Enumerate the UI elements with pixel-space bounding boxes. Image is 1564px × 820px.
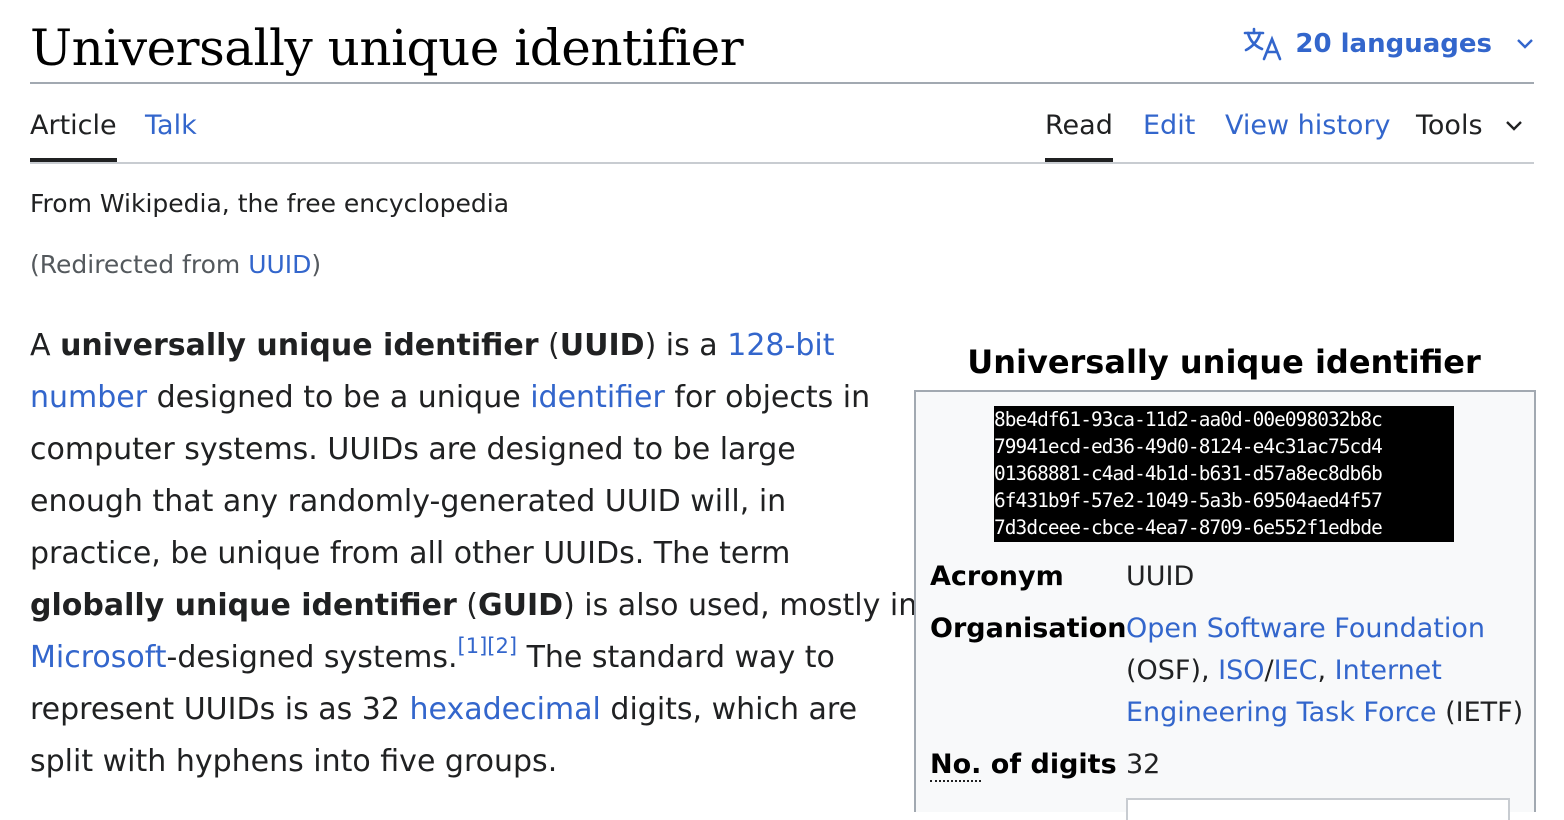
lead-line: computer systems. UUIDs are designed to …	[30, 432, 796, 467]
redirect-text: (Redirected from	[30, 250, 249, 279]
lead-line: A universally unique identifier (UUID) i…	[30, 320, 910, 372]
lead-line: split with hyphens into five groups.	[30, 744, 558, 779]
text: The standard way to	[517, 640, 835, 675]
languages-label: 20 languages	[1295, 29, 1492, 59]
text: (IETF)	[1436, 697, 1524, 728]
text: ,	[1317, 655, 1335, 686]
tools-label: Tools	[1416, 110, 1483, 141]
infobox-next-cell	[1126, 798, 1510, 820]
text: represent UUIDs is as 32	[30, 692, 410, 727]
lead-line: globally unique identifier (GUID) is als…	[30, 580, 917, 632]
text: digits, which are	[600, 692, 858, 727]
uuid-line: 01368881-c4ad-4b1d-b631-d57a8ec8db6b	[994, 462, 1383, 485]
link-128-bit[interactable]: 128-bit	[727, 328, 834, 363]
lead-line: number designed to be a unique identifie…	[30, 372, 910, 424]
reference-1[interactable]: [1]	[458, 634, 488, 658]
tab-tools[interactable]: Tools	[1416, 106, 1523, 146]
chevron-down-icon	[1516, 38, 1534, 50]
text: designed to be a unique	[147, 380, 531, 415]
bold-term-uuid: universally unique identifier	[60, 328, 539, 363]
text: of digits	[981, 749, 1117, 780]
infobox-value: UUID	[1126, 561, 1195, 592]
infobox-label: No. of digits	[930, 744, 1117, 786]
text: ) is also used, mostly in	[563, 588, 918, 623]
lead-line: Microsoft-designed systems.[1][2] The st…	[30, 632, 910, 684]
page-title: Universally unique identifier	[30, 19, 744, 77]
link-ietf[interactable]: Internet	[1335, 655, 1442, 686]
text: (	[456, 588, 478, 623]
text: (OSF),	[1126, 655, 1219, 686]
page-tabs: Article Talk Read Edit View history Tool…	[30, 84, 1534, 164]
text: ) is a	[644, 328, 728, 363]
value-line: Engineering Task Force (IETF)	[1126, 692, 1526, 734]
lead-paragraph: A universally unique identifier (UUID) i…	[30, 320, 917, 788]
text: A	[30, 328, 61, 363]
link-open-software-foundation[interactable]: Open Software Foundation	[1126, 613, 1485, 644]
lead-line: enough that any randomly-generated UUID …	[30, 484, 787, 519]
redirect-notice: (Redirected from UUID)	[30, 246, 321, 284]
tab-talk[interactable]: Talk	[145, 106, 197, 146]
infobox: 8be4df61-93ca-11d2-aa0d-00e098032b8c 799…	[914, 390, 1536, 820]
uuid-line: 7d3dceee-cbce-4ea7-8709-6e552f1edbde	[994, 516, 1383, 539]
uuid-example-image[interactable]: 8be4df61-93ca-11d2-aa0d-00e098032b8c 799…	[994, 406, 1454, 542]
infobox-value: 32	[1126, 749, 1161, 780]
text: (	[538, 328, 560, 363]
chevron-down-icon	[1505, 120, 1523, 132]
tab-read[interactable]: Read	[1045, 106, 1113, 162]
value-line: Open Software Foundation	[1126, 608, 1526, 650]
redirect-text-close: )	[311, 250, 322, 279]
link-identifier[interactable]: identifier	[530, 380, 665, 415]
infobox-label: Acronym	[930, 561, 1064, 592]
redirect-link-uuid[interactable]: UUID	[248, 250, 311, 279]
uuid-line: 79941ecd-ed36-49d0-8124-e4c31ac75cd4	[994, 435, 1383, 458]
translate-icon	[1243, 27, 1283, 61]
reference-2[interactable]: [2]	[487, 634, 517, 658]
infobox-label: Organisation	[930, 613, 1127, 644]
bold-acronym-uuid: UUID	[559, 328, 645, 363]
text: for objects in	[664, 380, 871, 415]
article-page: Universally unique identifier 20 languag…	[30, 0, 1536, 820]
link-number[interactable]: number	[30, 380, 147, 415]
value-line: (OSF), ISO/IEC, Internet	[1126, 650, 1526, 692]
uuid-line: 8be4df61-93ca-11d2-aa0d-00e098032b8c	[994, 408, 1383, 431]
infobox-caption: Universally unique identifier	[967, 343, 1481, 381]
tab-view-history[interactable]: View history	[1225, 106, 1391, 146]
abbr-number[interactable]: No.	[930, 749, 982, 782]
bold-term-guid: globally unique identifier	[30, 588, 457, 623]
tab-edit[interactable]: Edit	[1143, 106, 1195, 146]
text: /	[1264, 655, 1274, 686]
page-heading: Universally unique identifier 20 languag…	[30, 14, 1534, 84]
languages-button[interactable]: 20 languages	[1243, 22, 1534, 66]
text: -designed systems.	[166, 640, 458, 675]
lead-line: practice, be unique from all other UUIDs…	[30, 536, 791, 571]
infobox-value: Open Software Foundation (OSF), ISO/IEC,…	[1126, 608, 1526, 734]
link-iec[interactable]: IEC	[1274, 655, 1318, 686]
link-microsoft[interactable]: Microsoft	[30, 640, 167, 675]
link-hexadecimal[interactable]: hexadecimal	[410, 692, 601, 727]
uuid-line: 6f431b9f-57e2-1049-5a3b-69504aed4f57	[994, 489, 1383, 512]
site-tagline: From Wikipedia, the free encyclopedia	[30, 189, 510, 218]
tab-article[interactable]: Article	[30, 106, 117, 162]
link-ietf[interactable]: Engineering Task Force	[1126, 697, 1437, 728]
bold-acronym-guid: GUID	[478, 588, 564, 623]
link-iso[interactable]: ISO	[1218, 655, 1264, 686]
lead-line: represent UUIDs is as 32 hexadecimal dig…	[30, 684, 910, 736]
